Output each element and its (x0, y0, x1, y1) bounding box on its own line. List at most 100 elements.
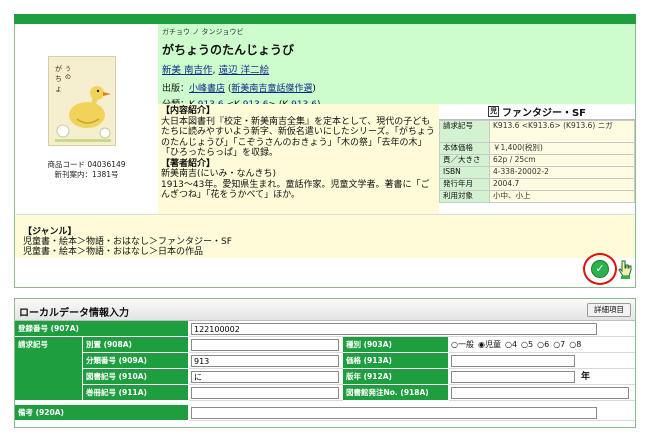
cover-column: が ち ょ う の 商品コード 04036149 新刊案内：1381号 (15, 24, 158, 214)
biko-label: 備考 (920A) (15, 405, 189, 421)
info-key: 本体価格 (439, 142, 490, 155)
author-kana: 新美南吉(にいみ・なんきち) (161, 169, 277, 179)
call-number-label: 請求記号 (15, 337, 83, 401)
kansatsu-input[interactable] (191, 387, 339, 399)
info-value: 小中、小上 (489, 190, 635, 203)
top-green-bar (14, 14, 636, 24)
shubetsu-cell: ○一般 ◉児童 ○4 ○5 ○6 ○7 ○8 (449, 337, 635, 353)
cover-meta: 商品コード 04036149 新刊案内：1381号 (15, 160, 158, 180)
registration-label: 登録番号 (907A) (15, 321, 189, 337)
new-guide-number: 新刊案内：1381号 (54, 170, 119, 179)
hand-pointer-icon (618, 260, 632, 279)
goose-illustration-icon: が ち ょ う の (49, 57, 115, 145)
info-row: 請求記号 K913.6 <K913.6> (K913.6) ニガ (439, 120, 635, 143)
info-key: 利用対象 (439, 190, 490, 203)
author-text: 1913～43年。愛知県生まれ。童話作家。児童文学者。著書に「ごんぎつね」「花を… (161, 179, 430, 201)
info-key: ISBN (439, 166, 490, 179)
genre-heading: 【ジャンル】 (23, 227, 77, 237)
svg-text:が: が (55, 64, 62, 73)
children-badge-mark: 児 (487, 106, 499, 117)
radio-8[interactable]: ○8 (569, 340, 581, 349)
hacchu-input[interactable] (451, 387, 629, 399)
info-block: 児 ファンタジー・SF 請求記号 K913.6 <K913.6> (K913.6… (439, 104, 635, 214)
info-value: ￥1,400(税別) (489, 142, 635, 155)
info-key: 発行年月 (439, 178, 490, 191)
biko-input[interactable] (191, 407, 597, 419)
biko-cell (189, 405, 635, 421)
info-key: 頁／大きさ (439, 154, 490, 167)
genre-line-1: 児童書・絵本＞物語・おはなし＞ファンタジー・SF (23, 237, 232, 247)
shubetsu-label: 種別 (903A) (343, 337, 449, 353)
svg-text:ょ: ょ (55, 85, 62, 93)
svg-text:の: の (65, 74, 71, 81)
info-value: K913.6 <K913.6> (K913.6) ニガ (489, 120, 635, 143)
description-block: 【内容紹介】 大日本図書刊『校定・新美南吉全集』を定本として、現代の子どもたちに… (158, 104, 439, 214)
kakaku-cell (449, 353, 635, 369)
book-record: が ち ょ う の 商品コード 04036149 新刊案内：1381号 ガチョウ… (14, 24, 636, 214)
hacchu-cell (449, 385, 635, 401)
panel-title: ローカルデータ情報入力 (19, 308, 129, 319)
author-link[interactable]: 新美 南吉作 (162, 65, 213, 76)
bunrui-input[interactable] (191, 355, 339, 367)
kakaku-input[interactable] (451, 355, 575, 367)
betsu-row: 別置 (908A) 種別 (903A) ○一般 ◉児童 ○4 ○5 ○6 ○7 ○8 (83, 337, 635, 353)
hacchu-label: 図書館発注No. (918A) (343, 385, 449, 401)
authors-line: 新美 南吉作, 遠辺 洋二絵 (162, 62, 631, 76)
biko-row: 備考 (920A) (15, 405, 635, 421)
detail-items-button[interactable]: 詳細項目 (587, 303, 631, 317)
info-value: 62p / 25cm (489, 154, 635, 167)
betsu-input[interactable] (191, 339, 339, 351)
svg-text:ち: ち (55, 75, 62, 83)
tosho-input[interactable] (191, 371, 339, 383)
content-text: 大日本図書刊『校定・新美南吉全集』を定本として、現代の子どもたちに読みやすいよう… (161, 116, 435, 159)
publisher-line: 出版：小峰書店 (新美南吉童話傑作選) (162, 84, 316, 94)
hanen-input[interactable] (451, 371, 575, 383)
info-row: 本体価格 ￥1,400(税別) (439, 142, 635, 155)
info-table: 請求記号 K913.6 <K913.6> (K913.6) ニガ 本体価格 ￥1… (439, 120, 635, 203)
shubetsu-radio-group: ○一般 ◉児童 ○4 ○5 ○6 ○7 ○8 (451, 339, 585, 351)
tosho-row: 図書記号 (910A) 版年 (912A) 年 (83, 369, 635, 385)
illustrator-link[interactable]: 遠辺 洋二絵 (219, 65, 270, 76)
genre-line-2: 児童書・絵本＞物語・おはなし＞日本の作品 (23, 247, 204, 257)
publisher-link[interactable]: 小峰書店 (189, 84, 225, 94)
title-kana: ガチョウ ノ タンジョウビ (162, 28, 244, 36)
genre-badge: 児 ファンタジー・SF (439, 104, 635, 120)
tosho-label: 図書記号 (910A) (83, 369, 189, 385)
radio-general[interactable]: ○一般 (451, 340, 474, 349)
tosho-cell (189, 369, 343, 385)
radio-6[interactable]: ○6 (537, 340, 549, 349)
radio-7[interactable]: ○7 (553, 340, 565, 349)
panel-header: ローカルデータ情報入力 詳細項目 (15, 299, 635, 321)
radio-children[interactable]: ◉児童 (478, 340, 501, 349)
registration-row: 登録番号 (907A) (15, 321, 635, 337)
kansatsu-row: 巻冊記号 (911A) 図書館発注No. (918A) (83, 385, 635, 401)
title-block: ガチョウ ノ タンジョウビ がちょうのたんじょうび 新美 南吉作, 遠辺 洋二絵… (158, 24, 635, 110)
bunrui-row: 分類番号 (909A) 価格 (913A) (83, 353, 635, 369)
content-heading: 【内容紹介】 (161, 106, 216, 116)
author-heading: 【著者紹介】 (161, 158, 216, 169)
book-title: がちょうのたんじょうび (162, 43, 295, 57)
bunrui-cell (189, 353, 343, 369)
genre-section: 【ジャンル】 児童書・絵本＞物語・おはなし＞ファンタジー・SF 児童書・絵本＞物… (14, 214, 636, 258)
registration-input[interactable] (191, 323, 597, 335)
kansatsu-cell (189, 385, 343, 401)
svg-text:う: う (65, 66, 71, 73)
book-cover-image[interactable]: が ち ょ う の (48, 56, 116, 146)
radio-4[interactable]: ○4 (505, 340, 517, 349)
registration-cell (189, 321, 635, 337)
info-row: ISBN 4-338-20002-2 (439, 166, 635, 179)
confirm-check-button[interactable]: ✓ (591, 260, 609, 278)
radio-5[interactable]: ○5 (521, 340, 533, 349)
betsu-cell (189, 337, 343, 353)
info-value: 2004.7 (489, 178, 635, 191)
genre-badge-label: ファンタジー・SF (501, 108, 587, 119)
series-link[interactable]: 新美南吉童話傑作選 (231, 84, 312, 94)
publisher-label: 出版： (162, 84, 190, 94)
info-row: 発行年月 2004.7 (439, 178, 635, 191)
kakaku-label: 価格 (913A) (343, 353, 449, 369)
product-code: 商品コード 04036149 (47, 160, 126, 169)
action-row: ✓ (14, 253, 636, 288)
hanen-label: 版年 (912A) (343, 369, 449, 385)
local-data-panel: ローカルデータ情報入力 詳細項目 登録番号 (907A) 請求記号 別置 (90… (14, 298, 636, 428)
betsu-label: 別置 (908A) (83, 337, 189, 353)
